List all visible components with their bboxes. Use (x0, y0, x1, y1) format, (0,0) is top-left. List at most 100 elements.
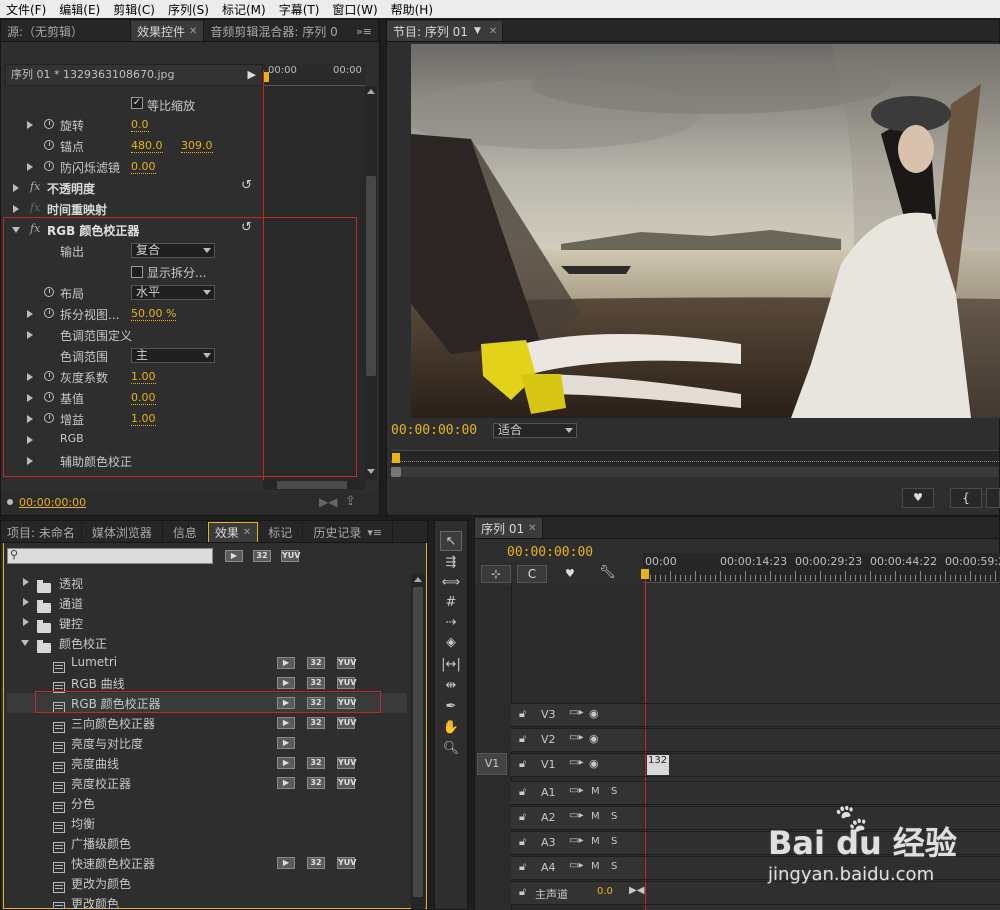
toggle-sync-icon[interactable]: ▭▸ (569, 757, 583, 768)
track-name[interactable]: V3 (541, 708, 556, 721)
effect-item[interactable]: RGB 曲线 ▶ 32 YUV (7, 673, 407, 693)
close-icon[interactable]: ✕ (243, 527, 251, 538)
lock-icon[interactable]: 🔓︎ (519, 785, 526, 799)
toggle-sync-icon[interactable]: ▭▸ (569, 810, 583, 821)
add-marker-icon[interactable]: ♥ (565, 567, 575, 580)
mute-button[interactable]: M (591, 836, 600, 847)
tab-audio-clip-mixer[interactable]: 音频剪辑混合器: 序列 0 »≡ (204, 21, 379, 41)
program-timecode[interactable]: 00:00:00:00 (391, 423, 477, 438)
expand-arrow-icon[interactable] (23, 618, 29, 626)
menu-item[interactable]: 标记(M) (216, 1, 273, 18)
expand-arrow-icon[interactable] (13, 184, 19, 192)
effect-item[interactable]: 亮度曲线 ▶ 32 YUV (7, 753, 407, 773)
accelerated-filter-icon[interactable]: ▶ (225, 550, 243, 562)
tab-media-browser[interactable]: 媒体浏览器 (82, 522, 163, 542)
vertical-scrollbar[interactable] (365, 86, 377, 480)
play-arrow-icon[interactable]: ▶ (248, 65, 256, 85)
rotate-value[interactable]: 0.0 (131, 119, 149, 132)
tab-info[interactable]: 信息 (163, 522, 208, 542)
scroll-thumb[interactable] (277, 481, 347, 489)
track-name[interactable]: A2 (541, 811, 556, 824)
timeline-timecode[interactable]: 00:00:00:00 (507, 545, 593, 560)
playhead-marker[interactable] (641, 569, 649, 579)
collapse-arrow-icon[interactable] (21, 640, 29, 646)
eye-icon[interactable]: ◉ (589, 732, 599, 745)
lock-icon[interactable]: 🔓︎ (519, 860, 526, 874)
play-audio-icon[interactable]: ▶◀ (319, 495, 337, 509)
yuv-filter-icon[interactable]: YUV (281, 550, 300, 562)
menu-item[interactable]: 编辑(E) (53, 1, 107, 18)
rolling-edit-tool-icon[interactable]: # (440, 593, 462, 613)
wrench-icon[interactable]: 🔧︎ (599, 565, 616, 580)
flicker-value[interactable]: 0.00 (131, 161, 156, 174)
scroll-up-arrow[interactable] (367, 89, 375, 94)
slide-tool-icon[interactable]: ⇹ (440, 676, 462, 696)
timeline-ruler[interactable]: 00:00 00:00:14:23 00:00:29:23 00:00:44:22 00… (643, 553, 1000, 583)
tab-sequence[interactable]: 序列 01 ✕ (475, 518, 544, 538)
reset-icon[interactable]: ↺ (241, 178, 252, 193)
solo-button[interactable]: S (611, 861, 617, 872)
track-name[interactable]: A1 (541, 786, 556, 799)
search-input[interactable]: ⚲ (7, 548, 213, 564)
menu-item[interactable]: 文件(F) (0, 1, 53, 18)
tab-program[interactable]: 节目: 序列 01 ▼ ✕ (387, 21, 503, 41)
master-volume-value[interactable]: 0.0 (597, 886, 613, 897)
expand-arrow-icon[interactable] (27, 163, 33, 171)
effect-item[interactable]: 更改为颜色 (7, 873, 407, 893)
stopwatch-icon[interactable] (44, 119, 54, 129)
mute-button[interactable]: M (591, 861, 600, 872)
toggle-sync-icon[interactable]: ▭▸ (569, 835, 583, 846)
slip-tool-icon[interactable]: |↔| (440, 655, 462, 675)
effect-folder[interactable]: 透视 (7, 573, 407, 593)
expand-arrow-icon[interactable] (23, 578, 29, 586)
effect-item[interactable]: 三向颜色校正器 ▶ 32 YUV (7, 713, 407, 733)
solo-button[interactable]: S (611, 811, 617, 822)
effect-folder[interactable]: 颜色校正 (7, 633, 407, 653)
zoom-tool-icon[interactable]: 🔍︎ (440, 739, 462, 759)
clip[interactable]: 132 (647, 755, 669, 775)
toggle-sync-icon[interactable]: ▭▸ (569, 732, 583, 743)
close-icon[interactable]: ✕ (528, 523, 536, 534)
playhead-marker[interactable] (392, 453, 400, 463)
close-icon[interactable]: ✕ (189, 26, 197, 37)
menu-item[interactable]: 序列(S) (162, 1, 216, 18)
menu-item[interactable]: 窗口(W) (326, 1, 384, 18)
track-name[interactable]: A4 (541, 861, 556, 874)
tab-effect-controls[interactable]: 效果控件 ✕ (131, 21, 205, 41)
lock-icon[interactable]: 🔓︎ (519, 835, 526, 849)
toggle-sync-icon[interactable]: ▭▸ (569, 860, 583, 871)
panel-menu-icon[interactable]: »≡ (356, 25, 372, 38)
pen-tool-icon[interactable]: ✒ (440, 697, 462, 717)
eye-icon[interactable]: ◉ (589, 707, 599, 720)
horizontal-scrollbar[interactable] (263, 480, 365, 490)
effect-item[interactable]: 亮度与对比度 ▶ (7, 733, 407, 753)
opacity-row[interactable]: fx 不透明度 ↺ (1, 177, 263, 198)
lock-icon[interactable]: 🔓︎ (519, 810, 526, 824)
go-to-icon[interactable]: ▶◀ (629, 885, 644, 896)
marker-button[interactable]: ♥ (902, 488, 934, 508)
source-patch-v1[interactable]: V1 (477, 753, 507, 775)
snap-button[interactable]: ⊹ (481, 565, 511, 583)
ripple-edit-tool-icon[interactable]: ⟺ (440, 573, 462, 593)
effect-item[interactable]: 亮度校正器 ▶ 32 YUV (7, 773, 407, 793)
chevron-down-icon[interactable]: ▼ (474, 26, 481, 36)
close-icon[interactable]: ✕ (489, 26, 497, 37)
fit-dropdown[interactable]: 适合 (493, 423, 577, 438)
search-field[interactable] (22, 549, 210, 563)
toggle-sync-icon[interactable]: ▭▸ (569, 707, 583, 718)
checkbox-checked-icon[interactable]: ✓ (131, 97, 143, 109)
lock-icon[interactable]: 🔓︎ (519, 757, 526, 771)
stopwatch-icon[interactable] (44, 161, 54, 171)
expand-arrow-icon[interactable] (13, 205, 19, 213)
vertical-scrollbar[interactable] (411, 573, 425, 909)
effect-controls-timecode[interactable]: 00:00:00:00 (19, 496, 86, 509)
track-name[interactable]: V2 (541, 733, 556, 746)
mute-button[interactable]: M (591, 811, 600, 822)
mark-in-button[interactable]: { (950, 488, 982, 508)
effect-item[interactable]: 快速颜色校正器 ▶ 32 YUV (7, 853, 407, 873)
lock-icon[interactable]: 🔓︎ (519, 707, 526, 721)
tab-source[interactable]: 源:（无剪辑） (1, 21, 131, 41)
effect-folder[interactable]: 键控 (7, 613, 407, 633)
effect-item[interactable]: Lumetri ▶ 32 YUV (7, 653, 407, 673)
lock-icon[interactable]: 🔓︎ (519, 885, 526, 899)
